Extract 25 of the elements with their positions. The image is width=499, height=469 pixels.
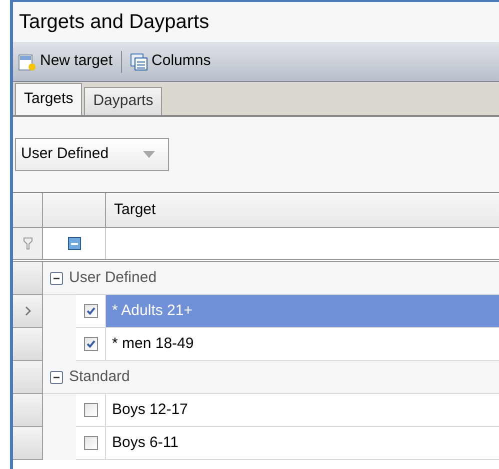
collapse-icon[interactable] [50, 370, 63, 384]
tab[interactable]: Dayparts [84, 87, 162, 115]
checkbox[interactable] [84, 337, 98, 351]
tab[interactable]: Targets [15, 83, 82, 115]
group-label: Standard [69, 366, 130, 387]
checkbox[interactable] [84, 436, 98, 450]
toolbar-button[interactable]: New target [17, 50, 114, 73]
filter-row-icon[interactable] [68, 237, 80, 250]
row-selector[interactable] [13, 394, 43, 427]
columns-icon [130, 52, 148, 70]
toolbar-button[interactable]: Columns [128, 50, 212, 73]
checkbox[interactable] [84, 304, 98, 318]
row-selector[interactable] [13, 328, 43, 361]
checkbox[interactable] [84, 403, 98, 417]
collapse-icon[interactable] [50, 272, 63, 284]
dropdown-arrow-icon [143, 150, 155, 158]
group-label: User Defined [69, 268, 157, 288]
row-selector[interactable] [13, 295, 43, 328]
row-selector[interactable] [13, 427, 43, 460]
row-selector[interactable] [13, 361, 43, 394]
row-selector[interactable] [13, 262, 43, 295]
new-document-icon [18, 52, 36, 70]
filter-icon[interactable] [22, 237, 32, 250]
window-title: Targets and Dayparts [18, 10, 210, 35]
filter-dropdown[interactable]: User Defined [15, 138, 169, 171]
